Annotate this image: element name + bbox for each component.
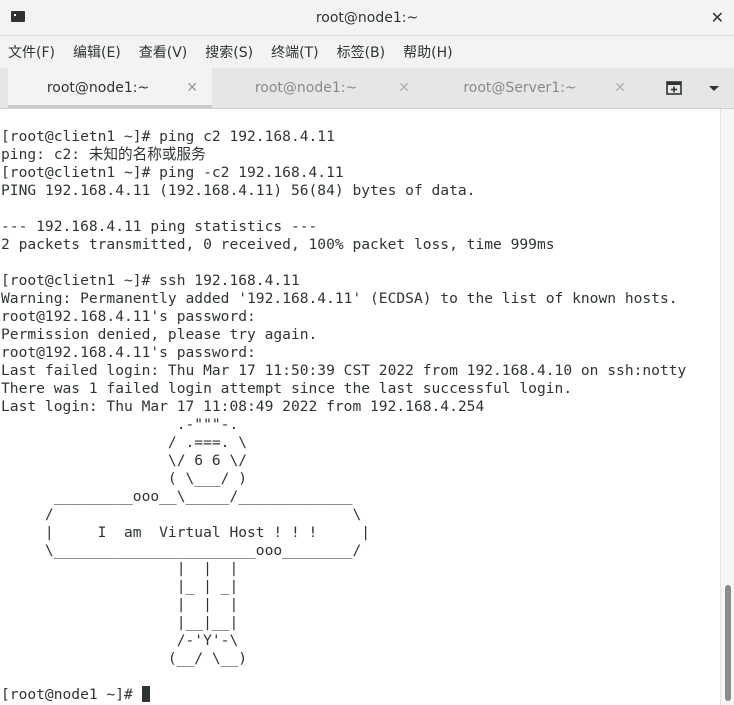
terminal-line: |__|__|: [1, 614, 239, 631]
terminal-line: | | |: [1, 560, 239, 577]
tab-label: root@node1:~: [254, 80, 358, 96]
tab-bar: root@node1:~ ✕ root@node1:~ ✕ root@Serve…: [0, 68, 734, 109]
scrollbar-thumb[interactable]: [725, 585, 731, 701]
terminal-line: 2 packets transmitted, 0 received, 100% …: [1, 236, 555, 253]
tab-root-server1[interactable]: root@Server1:~ ✕: [424, 68, 640, 108]
terminal-line: |_ | _|: [1, 578, 239, 595]
menu-bar: 文件(F) 编辑(E) 查看(V) 搜索(S) 终端(T) 标签(B) 帮助(H…: [0, 36, 734, 68]
text-cursor: [141, 686, 150, 702]
terminal-line: [root@clietn1 ~]# ping c2 192.168.4.11: [1, 128, 335, 145]
menu-search[interactable]: 搜索(S): [205, 42, 253, 62]
menu-edit[interactable]: 编辑(E): [73, 42, 121, 62]
tab-close-icon[interactable]: ✕: [398, 68, 410, 108]
terminal-text: [root@clietn1 ~]# ping c2 192.168.4.11 p…: [1, 128, 686, 668]
tab-label: root@Server1:~: [463, 80, 577, 96]
command-prompt[interactable]: [root@node1 ~]#: [1, 686, 150, 704]
tab-close-icon[interactable]: ✕: [614, 68, 626, 108]
tab-label: root@node1:~: [46, 80, 150, 96]
terminal-output[interactable]: [root@clietn1 ~]# ping c2 192.168.4.11 p…: [0, 109, 720, 705]
menu-view[interactable]: 查看(V): [139, 42, 188, 62]
chevron-down-icon: [709, 86, 719, 91]
terminal-line: ping: c2: 未知的名称或服务: [1, 146, 206, 163]
terminal-window: root@node1:~ ✕ 文件(F) 编辑(E) 查看(V) 搜索(S) 终…: [0, 0, 734, 705]
terminal-line: [root@clietn1 ~]# ssh 192.168.4.11: [1, 272, 300, 289]
tab-menu-button[interactable]: [702, 78, 726, 98]
menu-file[interactable]: 文件(F): [8, 42, 55, 62]
terminal-line: / \: [1, 506, 362, 523]
terminal-line: root@192.168.4.11's password:: [1, 308, 256, 325]
new-tab-button[interactable]: [660, 78, 688, 98]
menu-tabs[interactable]: 标签(B): [337, 42, 386, 62]
terminal-line: --- 192.168.4.11 ping statistics ---: [1, 218, 318, 235]
new-tab-icon: [666, 81, 682, 95]
terminal-line: \/ 6 6 \/: [1, 452, 248, 469]
prompt-text: [root@node1 ~]#: [1, 686, 142, 703]
vertical-scrollbar[interactable]: [720, 109, 734, 705]
terminal-line: root@192.168.4.11's password:: [1, 344, 256, 361]
terminal-line: | | |: [1, 596, 239, 613]
tab-root-node1[interactable]: root@node1:~ ✕: [212, 68, 424, 108]
close-icon[interactable]: ✕: [711, 0, 724, 36]
title-bar[interactable]: root@node1:~ ✕: [0, 0, 734, 36]
menu-terminal[interactable]: 终端(T): [271, 42, 318, 62]
window-title: root@node1:~: [315, 10, 419, 26]
terminal-line: .-"""-.: [1, 416, 239, 433]
terminal-line: / .===. \: [1, 434, 248, 451]
terminal-line: PING 192.168.4.11 (192.168.4.11) 56(84) …: [1, 182, 476, 199]
terminal-line: Permission denied, please try again.: [1, 326, 318, 343]
terminal-line: _________ooo__\_____/_____________: [1, 488, 353, 505]
tab-close-icon[interactable]: ✕: [186, 68, 198, 108]
terminal-line: Last login: Thu Mar 17 11:08:49 2022 fro…: [1, 398, 485, 415]
terminal-line: Last failed login: Thu Mar 17 11:50:39 C…: [1, 362, 687, 379]
terminal-line: ( \___/ ): [1, 470, 248, 487]
terminal-line: \_______________________ooo________/: [1, 542, 362, 559]
terminal-line: | I am Virtual Host ! ! ! |: [1, 524, 371, 541]
terminal-line: Warning: Permanently added '192.168.4.11…: [1, 290, 678, 307]
terminal-line: There was 1 failed login attempt since t…: [1, 380, 573, 397]
terminal-line: (__/ \__): [1, 650, 248, 667]
menu-help[interactable]: 帮助(H): [403, 42, 452, 62]
terminal-line: /-'Y'-\: [1, 632, 239, 649]
terminal-line: [root@clietn1 ~]# ping -c2 192.168.4.11: [1, 164, 344, 181]
tab-root-node1-active[interactable]: root@node1:~ ✕: [8, 68, 212, 108]
